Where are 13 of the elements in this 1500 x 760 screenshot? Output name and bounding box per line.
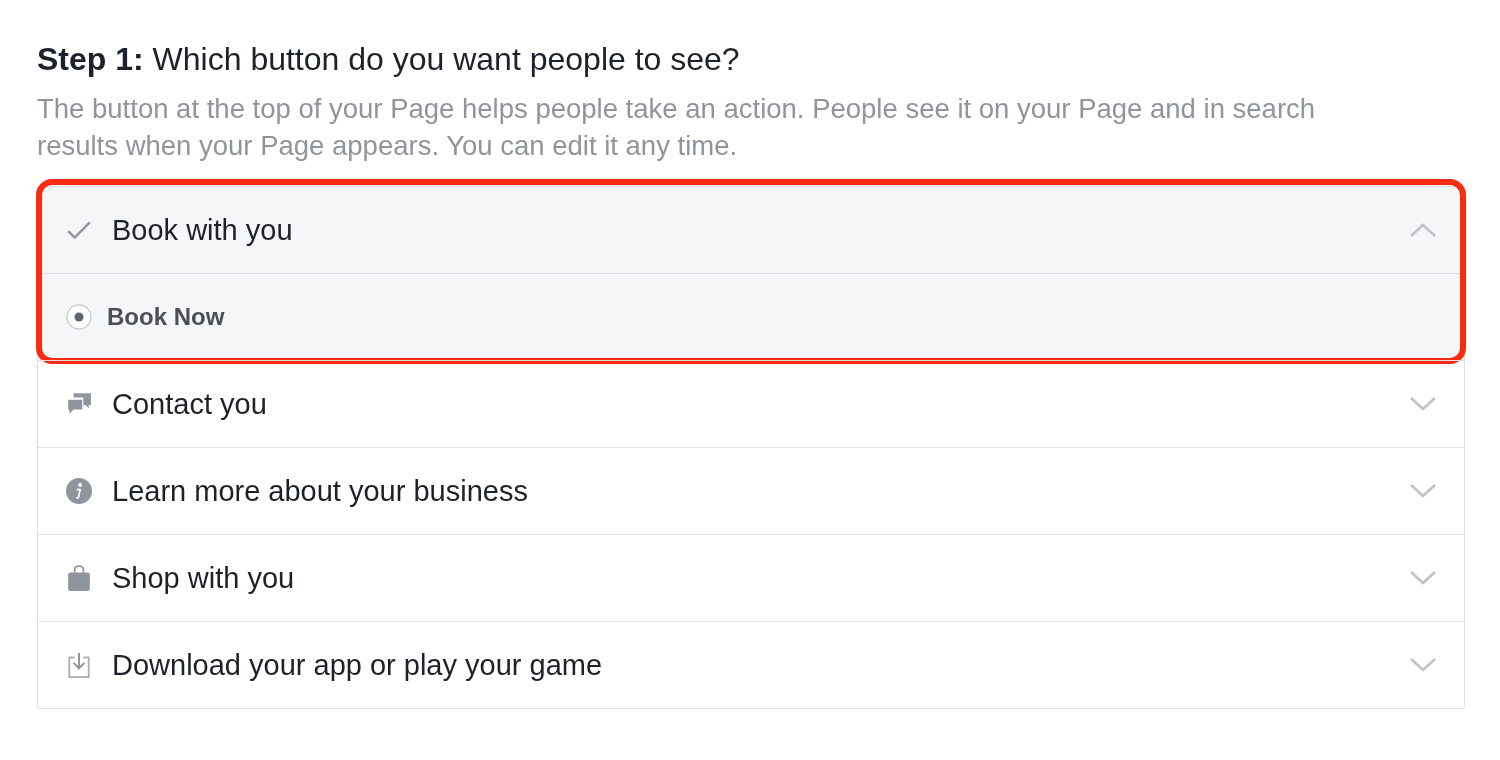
category-row[interactable]: Contact you: [38, 361, 1464, 447]
chevron-down-icon: [1410, 397, 1436, 411]
category-row[interactable]: Learn more about your business: [38, 448, 1464, 534]
category-row[interactable]: Download your app or play your game: [38, 622, 1464, 708]
chevron-up-icon: [1410, 223, 1436, 237]
chevron-down-icon: [1410, 484, 1436, 498]
radio-button[interactable]: [66, 304, 92, 330]
choice-row[interactable]: Book Now: [38, 273, 1464, 360]
description-text: The button at the top of your Page helps people take an action. People see it on your Page and in search results when your Page appears. You can edit it any time.: [37, 92, 1317, 163]
chevron-down-icon: [1410, 658, 1436, 672]
step-heading: Step 1: Which button do you want people to see?: [37, 40, 740, 79]
category-row[interactable]: Shop with you: [38, 535, 1464, 621]
chevron-down-icon: [1410, 571, 1436, 585]
